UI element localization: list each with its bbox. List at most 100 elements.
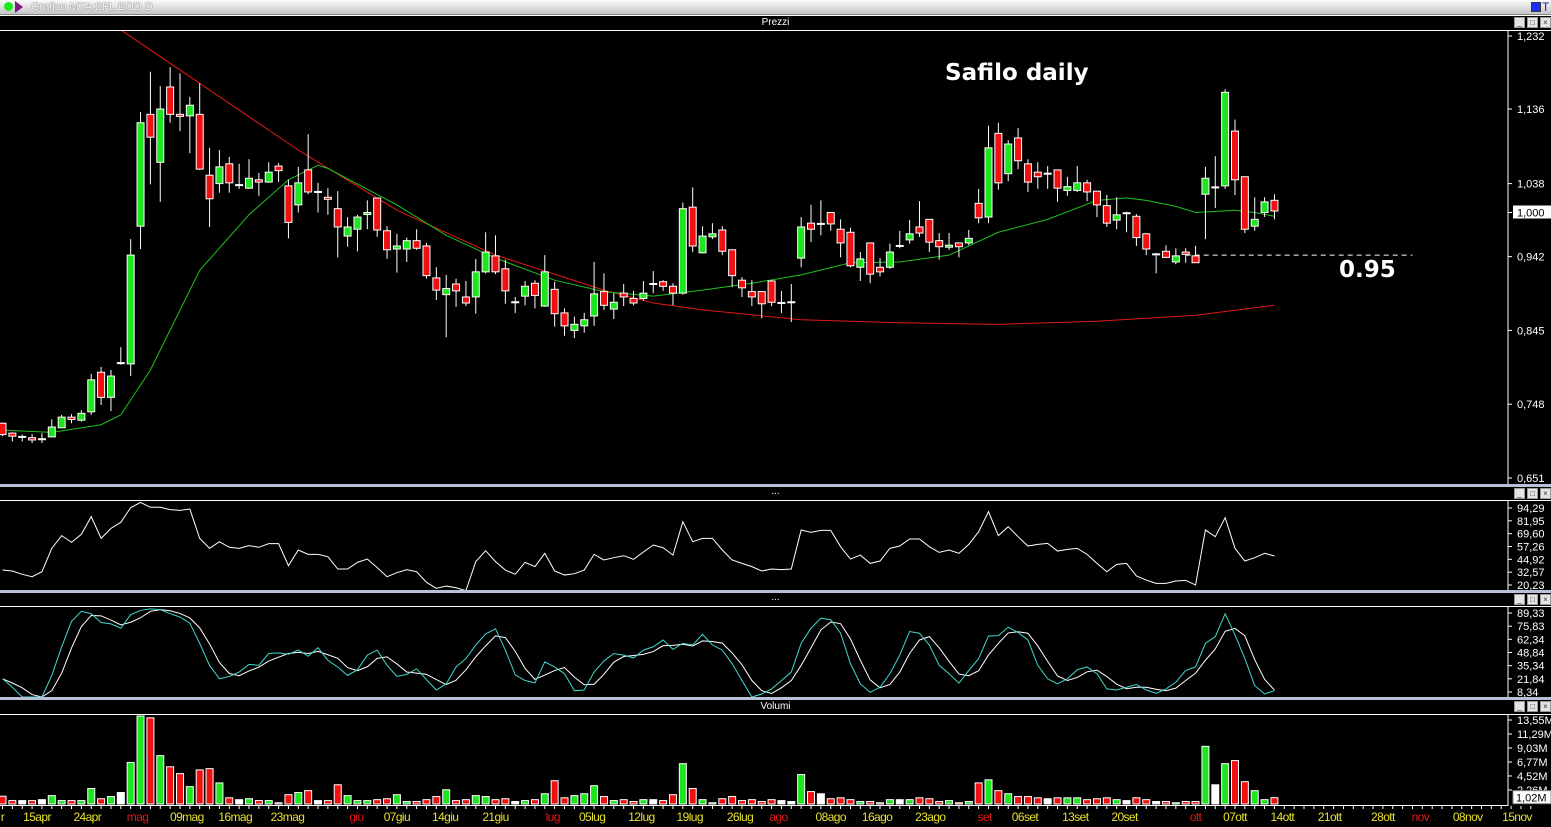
maximize-button[interactable]: □ [1527,488,1538,499]
candle-down [333,208,342,228]
month-label: set [977,810,992,824]
candle-down [1023,163,1032,183]
volume-pane-window-buttons: _ □ × [1514,701,1551,712]
volume-bar [530,799,539,805]
candle-down [619,292,628,298]
volume-bar [185,786,194,805]
volume-bar [609,800,618,805]
volume-bar [245,798,253,805]
candle-down [747,291,756,298]
volume-bar [254,800,263,805]
candle-up [1073,182,1082,191]
candle-down [8,432,17,437]
candle-down [659,281,668,287]
volume-bar [363,800,372,805]
volume-bar [994,790,1003,805]
candle-up [481,251,490,273]
date-label: 16ago [862,810,893,824]
candle-down [728,249,737,277]
minimize-button[interactable]: _ [1514,488,1525,499]
candle-up [185,104,194,117]
stochastic-pane-header: ... _ □ × [0,593,1551,607]
candle-down [530,282,539,296]
close-button[interactable]: × [1540,701,1551,712]
month-label: nov [1412,810,1430,824]
oscillator-tick-label: 44,92 [1517,554,1545,566]
candle-down [461,296,470,304]
minimize-button[interactable]: _ [1514,17,1525,28]
volume-bar [1231,760,1239,805]
price-pane-title: Prezzi [761,17,790,28]
maximize-button[interactable]: □ [1527,701,1538,712]
price-tick-label: 1,136 [1517,104,1545,116]
month-label: mag [127,810,149,824]
volume-bar [77,800,86,805]
candle-up [1260,201,1269,213]
maximize-button[interactable]: □ [1527,594,1538,605]
candle-up [885,251,894,268]
volume-bar [87,788,96,805]
oscillator-pane-title: ... [771,486,780,497]
candle-up [1221,91,1230,187]
candle-down [28,437,37,441]
candle-down [1092,190,1101,206]
date-label: r [1,810,5,824]
volume-bar [905,799,914,805]
date-label: 21ott [1318,810,1343,824]
candle-down [629,297,638,304]
volume-bar [1073,797,1082,805]
oscillator-pane-header: ... _ □ × [0,487,1551,501]
volume-bar [885,799,894,805]
volume-bar [580,793,589,805]
volume-bar [501,798,510,805]
volume-bar [1191,801,1200,805]
candle-down [67,416,76,420]
date-label: 20set [1111,810,1139,824]
volume-bar [175,773,184,805]
stochastic-k-line [2,608,1275,698]
candle-down [373,197,382,231]
volume-bar [215,782,224,805]
volume-tick-label: 11,29M [1517,729,1551,741]
candle-down [254,179,263,183]
volume-bar [797,774,806,805]
oscillator-line [2,501,1275,592]
close-button[interactable]: × [1540,17,1551,28]
volume-bar [294,792,303,805]
candle-down [1033,171,1042,178]
volume-bar [383,798,392,805]
volume-bar [836,797,845,805]
minimize-button[interactable]: _ [1514,594,1525,605]
date-label: 08ago [816,810,847,824]
close-button[interactable]: × [1540,488,1551,499]
candle-down [807,222,816,230]
candle-up [126,254,135,365]
volume-bar [915,797,924,805]
volume-bar [18,800,27,805]
candle-down [1083,182,1092,193]
date-label: 12lug [628,810,654,824]
candle-down [412,240,421,249]
volume-bar [1053,797,1062,805]
oscillator-tick-label: 57,26 [1517,542,1545,554]
volume-bar [728,796,737,805]
close-button[interactable]: × [1540,594,1551,605]
candle-up [87,379,96,413]
candle-up [215,166,224,185]
candle-up [353,216,362,230]
volume-bar [284,794,293,805]
candle-up [905,233,914,241]
volume-bar [97,798,106,805]
price-pane-header: Prezzi _ □ × [0,15,1551,31]
candle-down [323,196,332,200]
candle-down [1161,250,1170,258]
volume-bar [954,802,963,805]
candle-down [205,174,214,200]
date-label: 05lug [579,810,605,824]
volume-bar [747,799,756,805]
oscillator-tick-label: 32,57 [1517,567,1545,579]
minimize-button[interactable]: _ [1514,701,1525,712]
maximize-button[interactable]: □ [1527,17,1538,28]
candle-up [521,285,530,297]
volume-bar [481,796,490,805]
